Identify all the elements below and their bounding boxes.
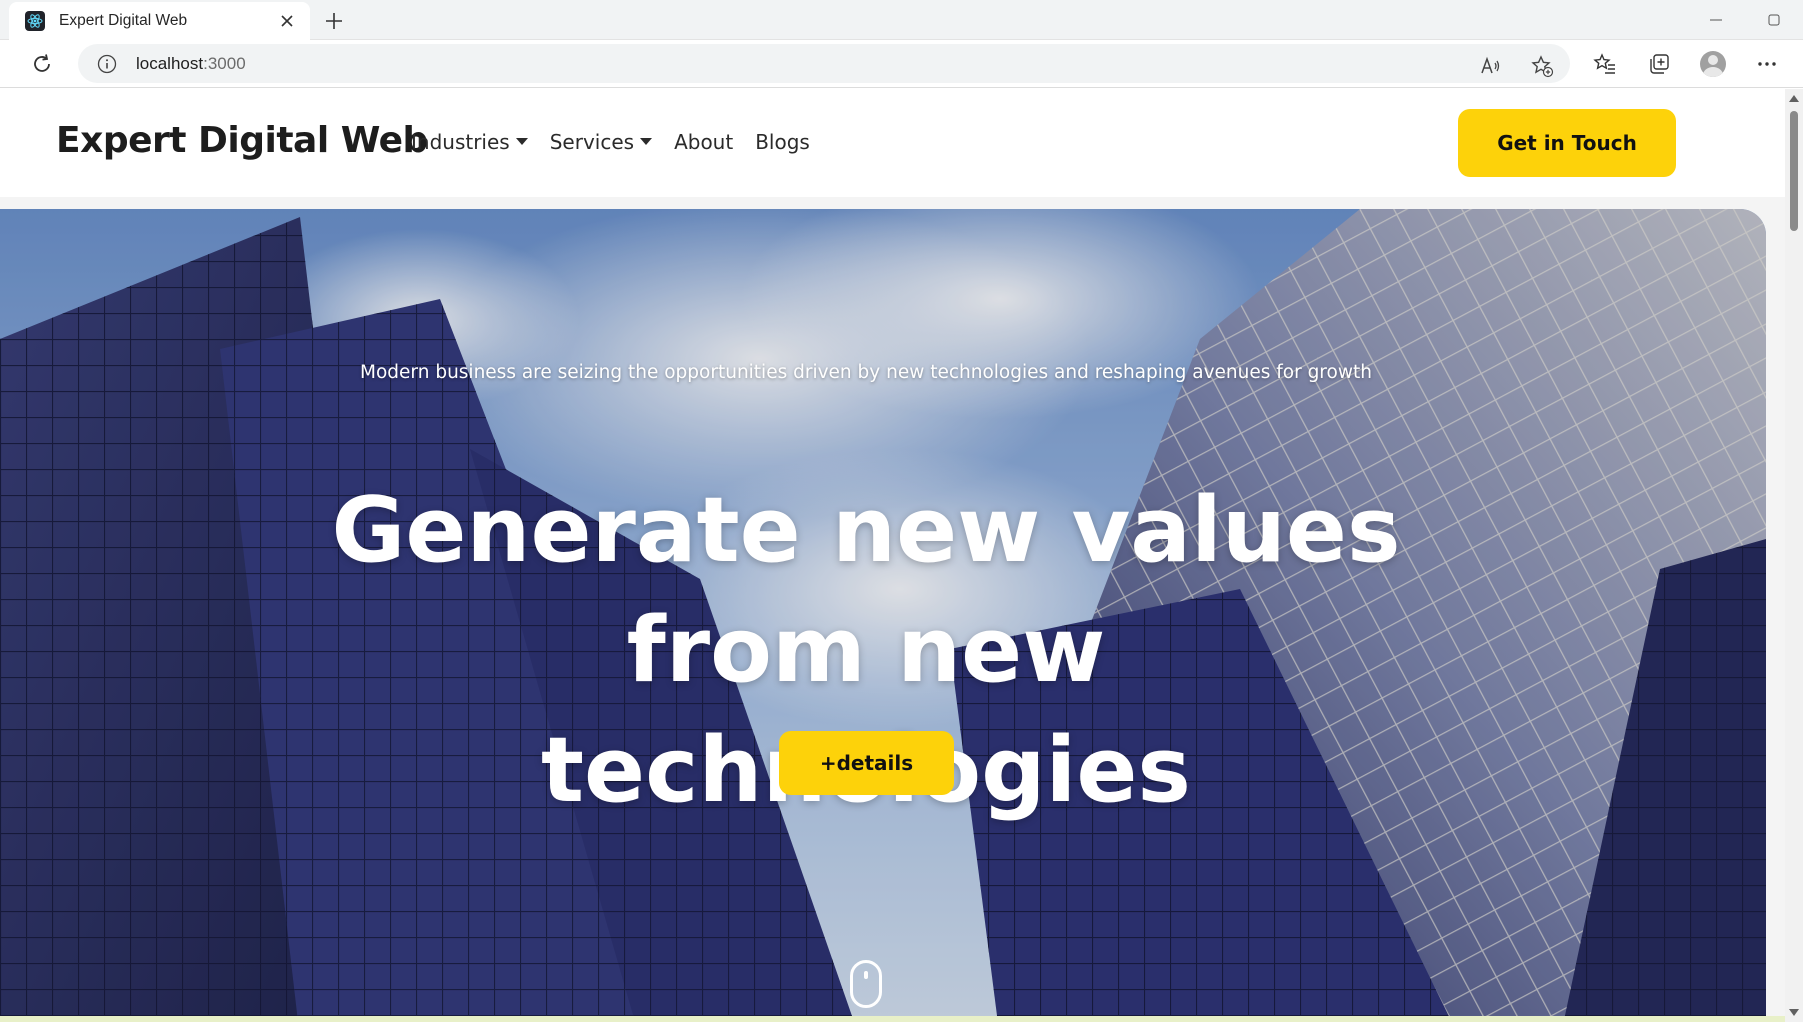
tab-title: Expert Digital Web <box>59 12 188 29</box>
hero-title-line: from new <box>626 598 1106 703</box>
nav-industries[interactable]: Industries <box>411 130 528 154</box>
browser-tab[interactable]: Expert Digital Web <box>9 2 310 40</box>
caret-down-icon <box>640 137 653 145</box>
read-aloud-icon[interactable] <box>1474 50 1506 82</box>
scroll-up-icon[interactable] <box>1789 95 1799 102</box>
plus-icon[interactable] <box>320 7 348 35</box>
reload-icon[interactable] <box>28 50 56 78</box>
minimize-icon[interactable] <box>1687 0 1745 40</box>
nav-about[interactable]: About <box>674 130 733 154</box>
more-icon[interactable] <box>1751 48 1783 80</box>
hero-title-line: Generate new values <box>331 478 1401 583</box>
favorites-icon[interactable] <box>1589 48 1621 80</box>
address-bar[interactable]: localhost:3000 <box>78 44 1570 83</box>
url-port: :3000 <box>203 53 246 73</box>
hero-section: Modern business are seizing the opportun… <box>0 209 1766 1022</box>
nav-industries-label: Industries <box>411 130 510 154</box>
close-icon[interactable] <box>276 10 298 32</box>
profile-avatar[interactable] <box>1697 48 1729 80</box>
scroll-down-icon[interactable] <box>1789 1009 1799 1016</box>
nav-blogs[interactable]: Blogs <box>755 130 810 154</box>
hero-subtitle: Modern business are seizing the opportun… <box>360 362 1372 383</box>
react-favicon-icon <box>25 11 45 31</box>
nav-services-label: Services <box>549 130 635 154</box>
browser-toolbar: localhost:3000 <box>0 40 1803 88</box>
url-host: localhost <box>136 53 204 73</box>
collections-icon[interactable] <box>1643 48 1675 80</box>
browser-tab-strip: Expert Digital Web <box>0 0 1803 40</box>
nav-services[interactable]: Services <box>549 130 653 154</box>
get-in-touch-button[interactable]: Get in Touch <box>1458 109 1676 177</box>
nav-links: Industries Services About Blogs <box>411 130 832 154</box>
page-bottom-edge <box>0 1016 1785 1022</box>
restore-icon[interactable] <box>1745 0 1803 40</box>
mouse-scroll-icon[interactable] <box>850 960 882 1008</box>
details-button[interactable]: +details <box>779 731 954 795</box>
add-favorite-icon[interactable] <box>1526 50 1558 82</box>
site-logo[interactable]: Expert Digital Web <box>56 120 428 161</box>
site-navbar: Expert Digital Web Industries Services A… <box>0 89 1785 197</box>
caret-down-icon <box>515 137 528 145</box>
info-icon[interactable] <box>96 53 118 75</box>
page-viewport: Expert Digital Web Industries Services A… <box>0 89 1785 1022</box>
scroll-thumb[interactable] <box>1790 111 1798 231</box>
page-scrollbar[interactable] <box>1785 89 1803 1022</box>
window-controls <box>1687 0 1803 40</box>
